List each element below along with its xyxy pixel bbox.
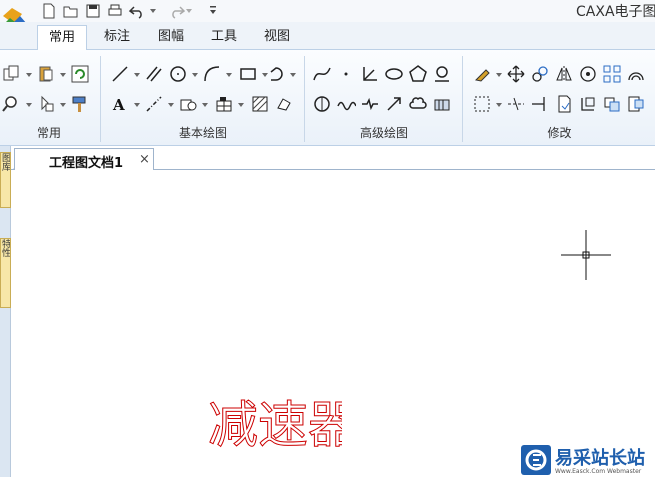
block-insert-icon[interactable] [178,94,198,114]
tab-view[interactable]: 视图 [256,25,298,50]
regen-icon[interactable] [70,64,90,84]
group-label-advanced-draw: 高级绘图 [359,126,408,140]
move-icon[interactable] [506,64,526,84]
centerline-dropdown-icon[interactable] [168,102,174,108]
undo-icon[interactable] [128,2,146,20]
tab-annotation[interactable]: 标注 [96,25,138,50]
document-tab[interactable]: 工程图文档1 × [14,148,154,171]
cloud-line-icon[interactable] [408,94,428,114]
format-brush-icon[interactable] [70,94,90,114]
redo-dropdown-icon[interactable] [186,8,192,14]
canvas-text-object[interactable]: 减速器 [206,386,343,455]
side-tab-properties[interactable]: 特性 [0,238,11,308]
match-dropdown-icon[interactable] [60,102,66,108]
selection-dropdown-icon[interactable] [496,102,502,108]
text-dropdown-icon[interactable] [134,102,140,108]
title-bar: CAXA电子图 [0,0,655,34]
group-label-modify: 修改 [547,126,572,140]
canvas-text: 减速器 [208,396,342,454]
trim-icon[interactable] [506,94,526,114]
centerline-marker-icon[interactable] [432,64,452,84]
group-label-common: 常用 [36,126,61,140]
fill-icon[interactable] [274,94,294,114]
zoom-icon[interactable] [2,94,22,114]
save-icon[interactable] [84,2,102,20]
group-label-basic-draw: 基本绘图 [178,126,227,140]
rotate-icon[interactable] [578,64,598,84]
tab-sheet[interactable]: 图幅 [150,25,192,50]
customize-icon[interactable] [204,2,222,20]
mirror-icon[interactable] [554,64,574,84]
side-tab-library[interactable]: 图库 [0,152,11,208]
open-folder-icon[interactable] [62,2,80,20]
array-icon[interactable] [602,64,622,84]
offset-icon[interactable] [626,64,646,84]
svg-text:A: A [112,96,125,114]
circle-dropdown-icon[interactable] [192,72,198,78]
hole-icon[interactable] [312,94,332,114]
crosshair-cursor-icon [561,230,611,280]
wave-line-icon[interactable] [336,94,356,114]
break-icon[interactable] [554,94,574,114]
copy-dropdown-icon[interactable] [26,72,32,78]
close-icon[interactable]: × [139,152,150,167]
explode-icon[interactable] [602,94,622,114]
print-icon[interactable] [106,2,124,20]
erase-icon[interactable] [472,64,492,84]
circle-icon[interactable] [168,64,188,84]
line-icon[interactable] [110,64,130,84]
paste-icon[interactable] [36,64,56,84]
polyline-dropdown-icon[interactable] [290,72,296,78]
arc-icon[interactable] [202,64,222,84]
table-dropdown-icon[interactable] [238,102,244,108]
fillet-icon[interactable] [578,94,598,114]
stretch-icon[interactable] [626,94,646,114]
selection-icon[interactable] [472,94,492,114]
match-properties-icon[interactable] [36,94,56,114]
centerline-icon[interactable] [144,94,164,114]
rectangle-icon[interactable] [238,64,258,84]
line-dropdown-icon[interactable] [134,72,140,78]
undo-dropdown-icon[interactable] [150,8,156,14]
watermark: 易采站长站 Www.Easck.Com Webmaster [519,443,655,477]
watermark-name: 易采站长站 [555,448,645,469]
document-tab-title: 工程图文档1 [49,156,124,171]
watermark-logo-icon [521,445,551,475]
copy-object-icon[interactable] [530,64,550,84]
group-divider [304,56,305,142]
text-icon[interactable]: A [110,94,130,114]
break-line-icon[interactable] [360,94,380,114]
tab-common[interactable]: 常用 [37,25,87,50]
hatch-icon[interactable] [250,94,270,114]
ellipse-icon[interactable] [384,64,404,84]
redo-icon[interactable] [168,2,186,20]
solid-fill-icon[interactable] [432,94,452,114]
table-insert-icon[interactable] [214,94,234,114]
tab-tools[interactable]: 工具 [203,25,245,50]
paste-dropdown-icon[interactable] [60,72,66,78]
new-file-icon[interactable] [40,2,58,20]
arrow-icon[interactable] [384,94,404,114]
watermark-url: Www.Easck.Com Webmaster [555,468,642,475]
app-title: CAXA电子图 [576,4,655,20]
ribbon: 常用 A 基本绘图 高级绘图 修改 [0,50,655,146]
group-divider [100,56,101,142]
spline-icon[interactable] [312,64,332,84]
arc-dropdown-icon[interactable] [226,72,232,78]
ribbon-tab-row: 常用 标注 图幅 工具 视图 [0,22,655,50]
polyline-icon[interactable] [268,64,288,84]
document-tab-strip: 工程图文档1 × [11,146,655,171]
erase-dropdown-icon[interactable] [496,72,502,78]
group-divider [462,56,463,142]
block-dropdown-icon[interactable] [202,102,208,108]
parallel-line-icon[interactable] [144,64,164,84]
side-dock: 图库 特性 [0,146,11,477]
polygon-icon[interactable] [408,64,428,84]
angle-line-icon[interactable] [360,64,380,84]
extend-icon[interactable] [530,94,550,114]
copy-clip-icon[interactable] [2,64,22,84]
point-icon[interactable] [336,64,356,84]
zoom-dropdown-icon[interactable] [26,102,32,108]
